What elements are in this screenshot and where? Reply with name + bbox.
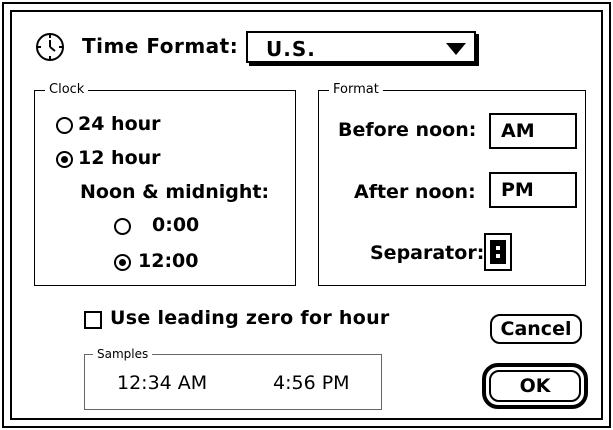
time-format-label: Time Format: [82, 34, 239, 58]
clock-icon [36, 33, 64, 61]
separator-highlight [490, 240, 506, 264]
time-format-popup-value: U.S. [266, 37, 316, 61]
leading-zero-label: Use leading zero for hour [110, 307, 390, 329]
before-noon-value: AM [501, 120, 535, 142]
ok-button-label: OK [519, 375, 551, 397]
before-noon-field[interactable]: AM [489, 113, 577, 149]
format-group-title: Format [329, 82, 383, 98]
sample-pm: 4:56 PM [273, 372, 350, 394]
radio-24-hour-label: 24 hour [78, 113, 161, 135]
radio-12-hour-label: 12 hour [78, 147, 161, 169]
triangle-down-icon [446, 43, 466, 55]
noon-midnight-label: Noon & midnight: [80, 181, 270, 203]
radio-24-hour[interactable]: 24 hour [54, 112, 194, 138]
cancel-button[interactable]: Cancel [490, 314, 582, 344]
radio-12-hour-button[interactable] [56, 151, 73, 168]
separator-field[interactable]: : [484, 233, 512, 271]
samples-group-title: Samples [93, 346, 153, 362]
radio-noon-0-00-button[interactable] [114, 218, 131, 235]
time-format-popup[interactable]: U.S. [246, 31, 476, 63]
ok-button[interactable]: OK [489, 370, 581, 402]
leading-zero-checkbox[interactable] [84, 311, 102, 329]
after-noon-value: PM [501, 179, 534, 201]
radio-noon-0-00[interactable]: 0:00 [112, 213, 232, 239]
separator-label: Separator: [370, 242, 485, 264]
after-noon-field[interactable]: PM [489, 172, 577, 208]
radio-noon-12-00-label: 12:00 [138, 250, 199, 272]
radio-24-hour-button[interactable] [56, 117, 73, 134]
radio-noon-0-00-label: 0:00 [152, 214, 200, 236]
cancel-button-label: Cancel [500, 318, 572, 340]
before-noon-label: Before noon: [338, 119, 477, 141]
radio-12-hour[interactable]: 12 hour [54, 146, 194, 172]
leading-zero-option[interactable]: Use leading zero for hour [84, 307, 414, 333]
samples-group: Samples 12:34 AM 4:56 PM [84, 346, 382, 410]
clock-group-title: Clock [45, 82, 89, 98]
radio-noon-12-00[interactable]: 12:00 [112, 249, 232, 275]
radio-noon-12-00-button[interactable] [114, 254, 131, 271]
sample-am: 12:34 AM [117, 372, 208, 394]
after-noon-label: After noon: [354, 181, 476, 203]
